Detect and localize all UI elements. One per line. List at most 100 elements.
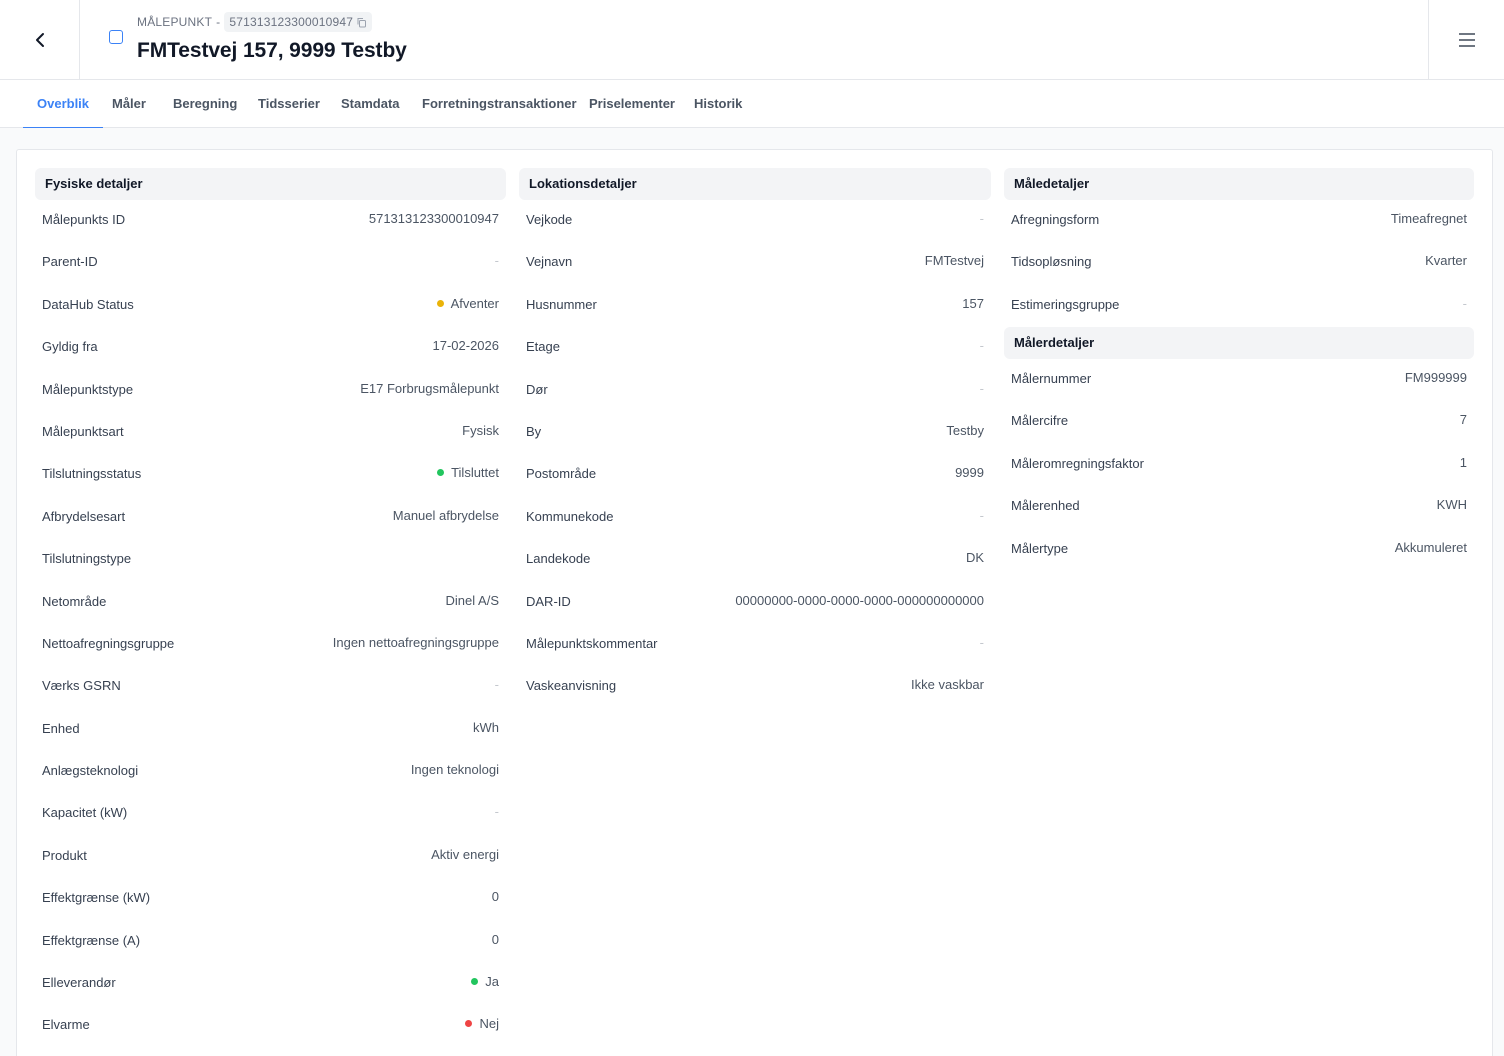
detail-label: Dør (526, 381, 548, 397)
detail-row-effektgraense-a: Effektgrænse (A) 0 (35, 921, 506, 963)
detail-label: Vejnavn (526, 254, 573, 270)
detail-value: - (979, 338, 984, 354)
detail-row-husnummer: Husnummer 157 (519, 285, 991, 327)
tab-maaler[interactable]: Måler (112, 80, 146, 128)
detail-value: Dinel A/S (445, 592, 499, 608)
detail-label: Enhed (42, 720, 80, 736)
detail-row-postomraade: Postområde 9999 (519, 454, 991, 496)
detail-value: Fysisk (462, 422, 499, 438)
detail-label: Elleverandør (42, 975, 116, 991)
detail-row-by: By Testby (519, 412, 991, 454)
detail-label: Postområde (526, 466, 597, 482)
status-dot-icon (471, 978, 479, 986)
detail-value: Afventer (436, 296, 499, 311)
detail-row-landekode: Landekode DK (519, 539, 991, 581)
tab-forretningstransaktioner[interactable]: Forretningstransaktioner (422, 80, 577, 128)
detail-value: Aktiv energi (431, 846, 499, 862)
detail-value: 7 (1459, 412, 1467, 428)
detail-value: 0 (491, 889, 499, 905)
detail-row-vejnavn: Vejnavn FMTestvej (519, 242, 991, 284)
detail-label: Effektgrænse (A) (42, 932, 141, 948)
detail-row-kapacitet-kw: Kapacitet (kW) - (35, 793, 506, 835)
detail-label: Produkt (42, 847, 87, 863)
detail-label: Målepunktsart (42, 423, 124, 439)
detail-value: Timeafregnet (1390, 211, 1467, 226)
detail-label: Målepunkts ID (42, 212, 126, 227)
status-text: Nej (479, 1016, 499, 1032)
detail-label: Målerenhed (1011, 498, 1080, 514)
detail-value: Ingen nettoafregningsgruppe (332, 634, 499, 650)
detail-label: Kapacitet (kW) (42, 805, 128, 821)
metering-point-id-chip: 571313123300010947 (224, 12, 373, 32)
copy-icon[interactable] (356, 17, 367, 28)
detail-row-parent-id: Parent-ID - (35, 242, 506, 284)
status-text: Tilsluttet (451, 465, 499, 481)
detail-label: Estimeringsgruppe (1011, 296, 1120, 312)
detail-value: - (979, 507, 984, 523)
tab-tidsserier[interactable]: Tidsserier (258, 80, 320, 128)
detail-row-doer: Dør - (519, 370, 991, 412)
tab-overblik[interactable]: Overblik (22, 80, 104, 129)
detail-label: Nettoafregningsgruppe (42, 635, 175, 651)
page-header: MÅLEPUNKT - 571313123300010947 FMTestvej… (0, 0, 1504, 80)
detail-label: Tidsopløsning (1011, 254, 1092, 270)
detail-row-nettoafregningsgruppe: Nettoafregningsgruppe Ingen nettoafregnin… (35, 624, 506, 666)
section-title: Lokationsdetaljer (519, 168, 991, 200)
detail-label: Værks GSRN (42, 678, 121, 694)
detail-row-tilslutningsstatus: Tilslutningsstatus Tilsluttet (35, 454, 506, 496)
detail-value: - (1462, 295, 1467, 311)
detail-label: Husnummer (526, 296, 597, 312)
back-button[interactable] (0, 0, 80, 80)
detail-row-netomraade: Netområde Dinel A/S (35, 582, 506, 624)
content-area: Fysiske detaljer Målepunkts ID 5713131233… (0, 128, 1504, 1056)
detail-value: Ja (471, 974, 499, 989)
detail-row-etage: Etage - (519, 327, 991, 369)
select-checkbox[interactable] (109, 30, 123, 44)
tab-priselementer[interactable]: Priselementer (589, 80, 675, 128)
page-title: FMTestvej 157, 9999 Testby (137, 39, 407, 62)
tab-bar: Overblik Måler Beregning Tidsserier Stam… (0, 80, 1504, 129)
detail-value: FMTestvej (924, 253, 984, 269)
detail-label: Vaskeanvisning (526, 678, 617, 694)
detail-row-vaerks-gsrn: Værks GSRN - (35, 666, 506, 708)
detail-label: Afbrydelsesart (42, 508, 126, 524)
tab-stamdata[interactable]: Stamdata (341, 80, 400, 128)
physical-details-section: Fysiske detaljer Målepunkts ID 5713131233… (35, 168, 506, 1048)
detail-value: 1 (1459, 454, 1467, 470)
menu-button[interactable] (1428, 0, 1504, 80)
detail-row-maalernummer: Målernummer FM999999 (1004, 359, 1474, 401)
detail-label: Gyldig fra (42, 339, 98, 355)
detail-label: DAR-ID (526, 593, 571, 609)
detail-label: Netområde (42, 593, 107, 609)
eyebrow-separator: - (216, 15, 221, 29)
detail-value: Ikke vaskbar (911, 677, 984, 693)
hamburger-icon (1458, 33, 1475, 47)
detail-value: 157 (962, 295, 984, 311)
tab-beregning[interactable]: Beregning (173, 80, 237, 128)
detail-row-maalercifre: Målercifre 7 (1004, 401, 1474, 443)
tab-historik[interactable]: Historik (694, 80, 742, 128)
detail-value: - (979, 380, 984, 396)
detail-label: Målercifre (1011, 413, 1069, 429)
detail-label: Tilslutningsstatus (42, 466, 142, 482)
detail-label: By (526, 423, 542, 439)
metering-point-id: 571313123300010947 (229, 15, 354, 29)
detail-row-afregningsform: Afregningsform Timeafregnet (1004, 200, 1474, 242)
eyebrow-label: MÅLEPUNKT (137, 15, 213, 29)
detail-row-vaskeanvisning: Vaskeanvisning Ikke vaskbar (519, 666, 991, 708)
detail-row-maalepunktskommentar: Målepunktskommentar - (519, 624, 991, 666)
detail-value: DK (965, 550, 984, 566)
detail-row-vejkode: Vejkode - (519, 200, 991, 242)
detail-row-effektgraense-kw: Effektgrænse (kW) 0 (35, 878, 506, 920)
chevron-left-icon (35, 33, 44, 47)
detail-value: Nej (465, 1016, 499, 1031)
detail-row-kommunekode: Kommunekode - (519, 497, 991, 539)
detail-label: Målepunktskommentar (526, 635, 658, 651)
detail-value: FM999999 (1404, 370, 1467, 385)
status-dot-icon (465, 1020, 473, 1028)
status-dot-icon (437, 469, 445, 477)
detail-row-maalepunktsart: Målepunktsart Fysisk (35, 412, 506, 454)
detail-row-datahub-status: DataHub Status Afventer (35, 285, 506, 327)
detail-row-estimeringsgruppe: Estimeringsgruppe - (1004, 285, 1474, 327)
detail-label: Effektgrænse (kW) (42, 890, 151, 906)
